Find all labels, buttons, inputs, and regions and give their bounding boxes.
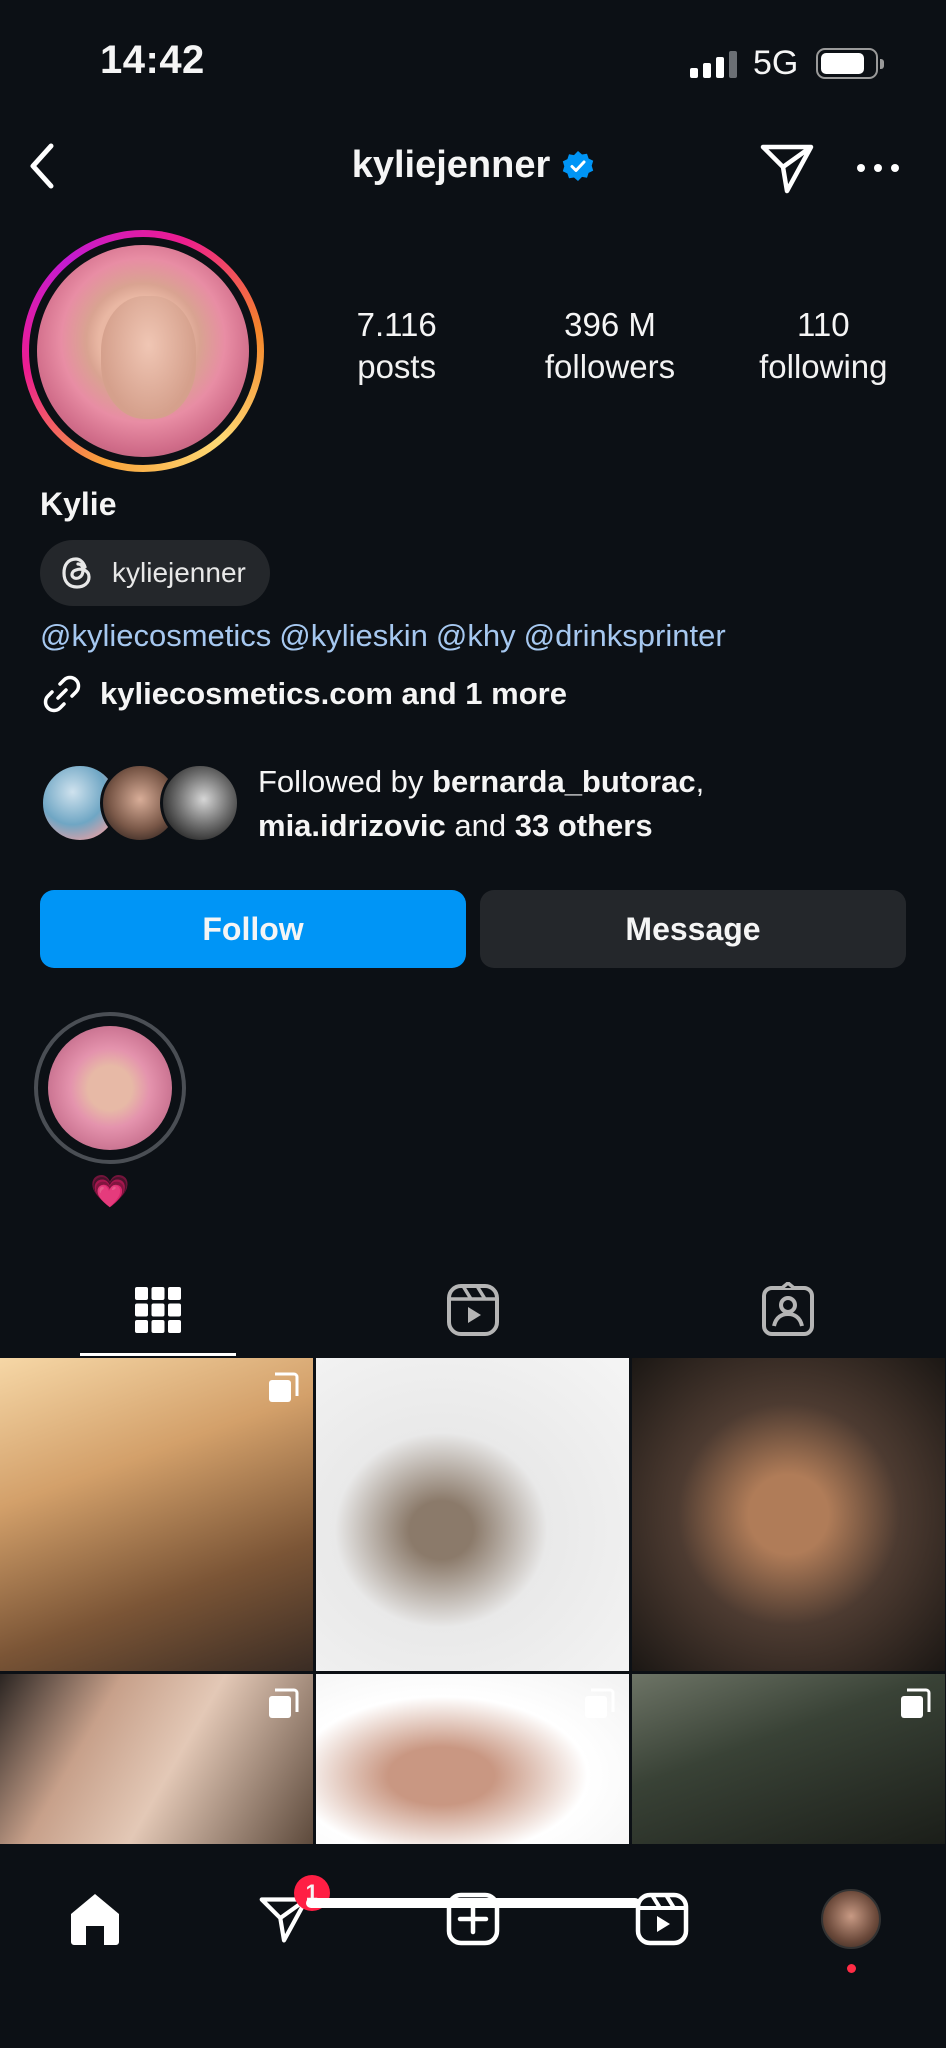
nav-create-post[interactable] xyxy=(433,1879,513,1959)
username: kyliejenner xyxy=(351,144,551,186)
reels-icon xyxy=(635,1892,689,1946)
followed-by-text: Followed by bernarda_butorac, mia.idrizo… xyxy=(258,760,704,848)
posts-count[interactable]: 7.116 posts xyxy=(290,306,503,386)
more-options-button[interactable] xyxy=(848,138,908,198)
posts-label: posts xyxy=(357,348,437,385)
carousel-icon xyxy=(269,1372,299,1402)
following-number: 110 xyxy=(797,306,850,343)
mention-link[interactable]: @drinksprinter xyxy=(524,618,726,653)
post-thumbnail[interactable] xyxy=(632,1674,945,1844)
follow-button[interactable]: Follow xyxy=(40,890,466,968)
following-label: following xyxy=(759,348,888,385)
tagged-person-icon xyxy=(762,1282,815,1336)
tab-reels[interactable] xyxy=(315,1264,630,1356)
tab-tagged[interactable] xyxy=(631,1264,946,1356)
highlight-cover xyxy=(48,1026,172,1150)
reels-icon xyxy=(446,1284,499,1336)
threads-handle: kyliejenner xyxy=(112,557,246,588)
profile-avatar-story-ring[interactable] xyxy=(22,230,264,472)
home-indicator[interactable] xyxy=(306,1898,640,1908)
separator: , xyxy=(695,764,705,799)
nav-reels[interactable] xyxy=(622,1879,702,1959)
share-profile-button[interactable] xyxy=(756,138,818,198)
threads-badge[interactable]: kyliejenner xyxy=(40,540,270,606)
tab-posts-grid[interactable] xyxy=(0,1264,315,1356)
display-name: Kylie xyxy=(40,486,117,522)
mutual-avatars xyxy=(40,763,240,845)
paper-plane-icon xyxy=(760,144,814,194)
avatar xyxy=(821,1889,882,1949)
profile-avatar xyxy=(37,245,249,457)
threads-icon xyxy=(62,557,91,589)
link-icon xyxy=(43,675,81,713)
followed-by-prefix: Followed by xyxy=(258,764,433,799)
posts-number: 7.116 xyxy=(356,306,437,343)
status-time: 14:42 xyxy=(100,38,205,82)
post-thumbnail[interactable] xyxy=(0,1674,313,1844)
activity-dot xyxy=(847,1964,857,1973)
verified-badge-icon xyxy=(563,150,594,181)
bio-link[interactable]: kyliecosmetics.com and 1 more xyxy=(40,672,567,716)
network-type: 5G xyxy=(753,44,799,82)
carousel-icon xyxy=(901,1688,931,1718)
mention-link[interactable]: @kylieskin xyxy=(279,618,428,653)
posts-grid xyxy=(0,1358,946,1844)
bottom-navigation: 1 xyxy=(0,1845,946,2048)
nav-home[interactable] xyxy=(55,1879,135,1959)
nav-direct-messages[interactable]: 1 xyxy=(244,1875,330,1959)
mutual-user: bernarda_butorac xyxy=(432,764,696,799)
following-count[interactable]: 110 following xyxy=(717,306,930,386)
post-thumbnail[interactable] xyxy=(316,1358,629,1671)
highlight-label: 💗 xyxy=(90,1173,130,1209)
mention-link[interactable]: @kyliecosmetics xyxy=(40,618,271,653)
avatar xyxy=(160,763,240,843)
carousel-icon xyxy=(269,1688,299,1718)
post-thumbnail[interactable] xyxy=(632,1358,945,1671)
followers-count[interactable]: 396 M followers xyxy=(503,306,716,386)
ellipsis-icon xyxy=(857,164,899,172)
profile-stats: 7.116 posts 396 M followers 110 followin… xyxy=(290,306,930,386)
bio-mentions: @kyliecosmetics @kylieskin @khy @drinksprin… xyxy=(40,618,734,654)
post-thumbnail[interactable] xyxy=(316,1674,629,1844)
story-highlight[interactable] xyxy=(34,1012,186,1164)
signal-icon xyxy=(690,50,737,78)
grid-icon xyxy=(134,1287,181,1333)
status-bar: 14:42 5G xyxy=(0,0,946,120)
followed-by-conjunction: and xyxy=(445,808,515,843)
home-icon xyxy=(70,1894,119,1945)
nav-profile[interactable] xyxy=(811,1879,891,1973)
message-button[interactable]: Message xyxy=(480,890,906,968)
profile-tabs xyxy=(0,1264,946,1356)
followed-by[interactable]: Followed by bernarda_butorac, mia.idrizo… xyxy=(40,760,704,848)
mutual-others: 33 others xyxy=(514,808,653,843)
carousel-icon xyxy=(585,1688,615,1718)
followers-number: 396 M xyxy=(564,306,656,343)
battery-icon xyxy=(816,48,884,79)
mention-link[interactable]: @khy xyxy=(436,618,516,653)
mutual-user: mia.idrizovic xyxy=(258,808,446,843)
followers-label: followers xyxy=(544,348,676,385)
bio-link-text: kyliecosmetics.com and 1 more xyxy=(100,676,567,711)
post-thumbnail[interactable] xyxy=(0,1358,313,1671)
profile-header: kyliejenner xyxy=(0,130,946,205)
